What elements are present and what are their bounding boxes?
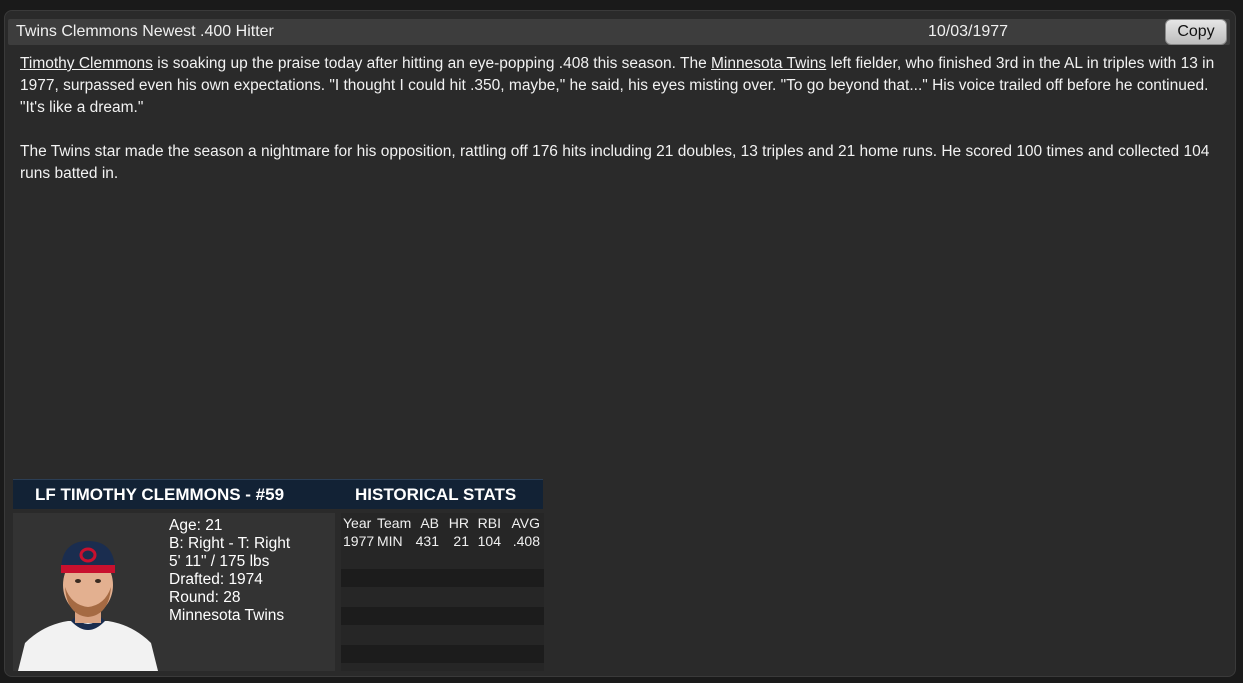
- cell-ab: 431: [415, 533, 439, 549]
- copy-button[interactable]: Copy: [1165, 19, 1227, 45]
- table-stripe: [341, 569, 544, 587]
- player-bats-throws: B: Right - T: Right: [169, 535, 291, 552]
- col-avg-header[interactable]: AVG: [507, 515, 540, 531]
- col-hr-header[interactable]: HR: [445, 515, 469, 531]
- cell-hr: 21: [453, 533, 469, 549]
- eye-shape: [75, 579, 81, 583]
- col-year-header[interactable]: Year: [343, 515, 375, 531]
- cap-band: [61, 565, 115, 573]
- player-card-title[interactable]: LF TIMOTHY CLEMMONS - #59: [35, 485, 284, 505]
- player-avatar: [18, 541, 158, 671]
- player-size: 5' 11" / 175 lbs: [169, 553, 270, 570]
- cell-team: MIN: [377, 533, 403, 549]
- player-link[interactable]: Timothy Clemmons: [20, 55, 153, 72]
- player-age: Age: 21: [169, 517, 223, 534]
- player-round: Round: 28: [169, 589, 241, 606]
- player-bio: Age: 21 B: Right - T: Right 5' 11" / 175…: [169, 517, 290, 625]
- article-paragraph-2: The Twins star made the season a nightma…: [20, 143, 1210, 182]
- article-paragraph-1: Timothy Clemmons is soaking up the prais…: [20, 53, 1218, 119]
- table-row: 1977 MIN 431 21 104 .408: [341, 532, 544, 550]
- article-text: is soaking up the praise today after hit…: [152, 55, 712, 72]
- player-card-header: LF TIMOTHY CLEMMONS - #59 HISTORICAL STA…: [13, 479, 543, 509]
- table-stripe: [341, 607, 544, 625]
- news-date: 10/03/1977: [928, 23, 1009, 40]
- col-team-header[interactable]: Team: [377, 515, 411, 531]
- historical-stats-table: Year Team AB HR RBI AVG 1977 MIN 431 21 …: [341, 513, 544, 671]
- eye-shape: [95, 579, 101, 583]
- col-rbi-header[interactable]: RBI: [473, 515, 501, 531]
- cell-avg: .408: [512, 533, 540, 549]
- col-ab-header[interactable]: AB: [411, 515, 439, 531]
- news-title-bar: Twins Clemmons Newest .400 Hitter 10/03/…: [8, 19, 1230, 45]
- cell-year: 1977: [343, 533, 375, 549]
- player-team: Minnesota Twins: [169, 607, 285, 624]
- article-body: Timothy Clemmons is soaking up the prais…: [20, 53, 1218, 207]
- player-photo-box: Age: 21 B: Right - T: Right 5' 11" / 175…: [13, 513, 335, 671]
- player-drafted: Drafted: 1974: [169, 571, 263, 588]
- news-headline: Twins Clemmons Newest .400 Hitter: [16, 23, 274, 40]
- stats-header-row: Year Team AB HR RBI AVG: [341, 514, 544, 532]
- historical-stats-title: HISTORICAL STATS: [355, 485, 517, 504]
- cell-rbi: 104: [477, 533, 501, 549]
- team-link[interactable]: Minnesota Twins: [711, 55, 826, 72]
- table-stripe: [341, 645, 544, 663]
- news-panel: Twins Clemmons Newest .400 Hitter 10/03/…: [4, 10, 1236, 677]
